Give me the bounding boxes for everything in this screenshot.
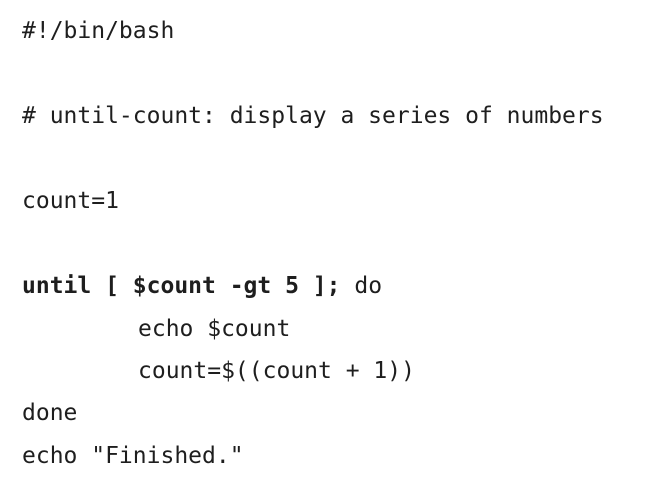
do-keyword: do <box>340 273 383 299</box>
code-line-echo-finished: echo "Finished." <box>22 443 244 469</box>
code-line-shebang: #!/bin/bash <box>22 18 175 44</box>
code-listing: #!/bin/bash # until-count: display a ser… <box>22 0 658 504</box>
code-line-assign: count=1 <box>22 188 119 214</box>
code-line-comment: # until-count: display a series of numbe… <box>22 103 604 129</box>
code-line-done: done <box>22 400 78 426</box>
code-line-increment: count=$((count + 1)) <box>138 358 415 384</box>
code-line-until: until [ $count -gt 5 ]; do <box>22 270 382 302</box>
until-keyword-condition: until [ $count -gt 5 ]; <box>22 273 341 299</box>
code-line-echo-count: echo $count <box>138 316 291 342</box>
